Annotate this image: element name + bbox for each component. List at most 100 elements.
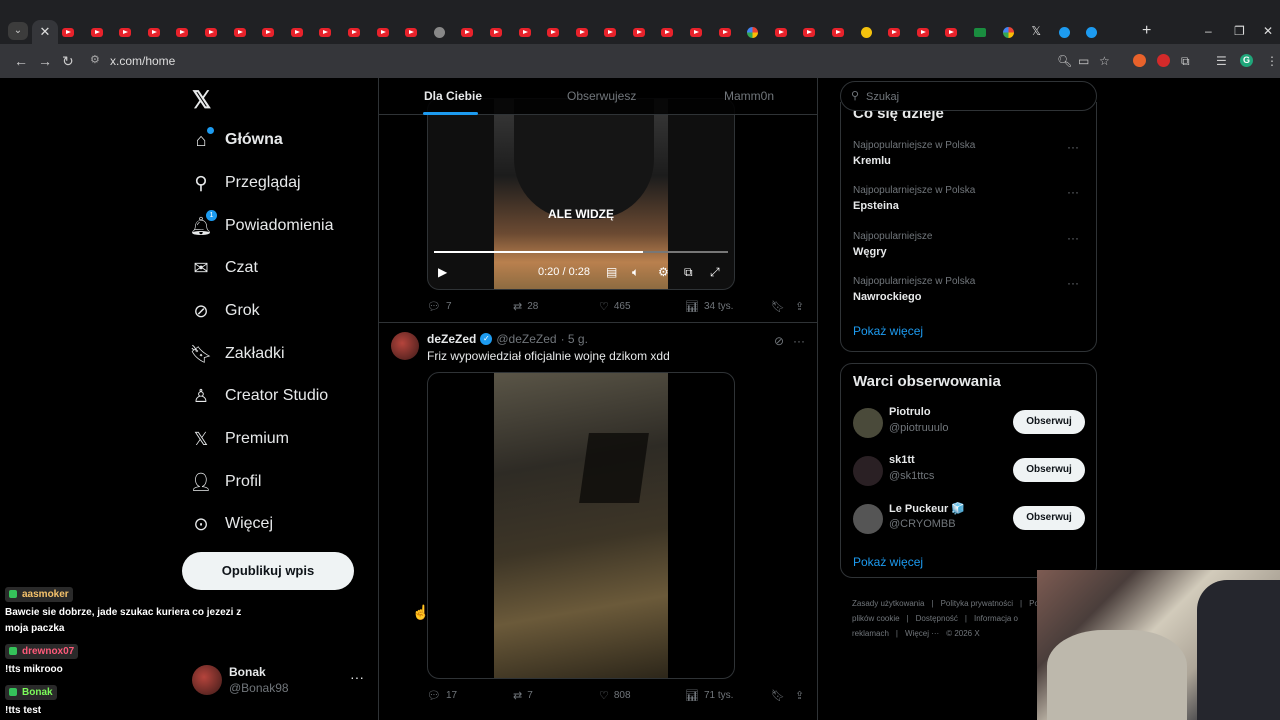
trend-item[interactable]: Najpopularniejsze w Polska Kremlu ··· xyxy=(853,140,1085,172)
post-author-handle[interactable]: @deZeZed xyxy=(496,332,556,346)
share-button[interactable]: ⇪ xyxy=(795,689,809,702)
address-bar[interactable]: ⚙ x.com/home xyxy=(84,49,1124,73)
reload-icon[interactable]: ↻ xyxy=(62,52,74,70)
youtube-tab-icon[interactable] xyxy=(690,27,703,37)
cast-icon[interactable]: ▭ xyxy=(1078,54,1089,68)
tab-list-mammon[interactable]: Mamm0n xyxy=(724,89,774,103)
youtube-tab-icon[interactable] xyxy=(661,27,674,37)
footer-link[interactable]: Dostępność xyxy=(916,614,958,623)
restore-button[interactable]: ❐ xyxy=(1234,22,1245,40)
nav-item-more[interactable]: ⊙ Więcej xyxy=(190,509,273,539)
tab-favicon-icon[interactable] xyxy=(1058,26,1070,38)
post-author-name[interactable]: deZeZed xyxy=(427,332,476,346)
show-more-follow-link[interactable]: Pokaż więcej xyxy=(853,555,923,569)
extension-icon[interactable] xyxy=(1133,54,1146,67)
youtube-tab-icon[interactable] xyxy=(916,27,929,37)
tab-favicon-icon[interactable] xyxy=(1086,26,1098,38)
trend-item[interactable]: Najpopularniejsze w Polska Nawrockiego ·… xyxy=(853,276,1085,308)
youtube-tab-icon[interactable] xyxy=(62,27,74,37)
show-more-trends-link[interactable]: Pokaż więcej xyxy=(853,324,923,338)
video-progress-bar[interactable] xyxy=(434,251,728,253)
tab-following[interactable]: Obserwujesz xyxy=(567,89,636,103)
grok-explain-icon[interactable]: ⊘ xyxy=(774,334,784,348)
footer-link[interactable]: Zasady użytkowania xyxy=(852,599,924,608)
repost-button[interactable]: ⇄ 7 xyxy=(513,689,533,702)
more-dots-icon[interactable]: ··· xyxy=(793,334,805,348)
youtube-tab-icon[interactable] xyxy=(461,27,474,37)
nav-item-profile[interactable]: 👤︎ Profil xyxy=(190,467,262,497)
fullscreen-icon[interactable]: ⤢ xyxy=(710,265,720,279)
youtube-tab-icon[interactable] xyxy=(632,27,645,37)
tab-favicon-icon[interactable] xyxy=(433,26,445,38)
trend-item[interactable]: Najpopularniejsze Węgry ··· xyxy=(853,231,1085,263)
youtube-tab-icon[interactable] xyxy=(376,27,389,37)
follow-button[interactable]: Obserwuj xyxy=(1013,458,1085,482)
repost-button[interactable]: ⇄ 28 xyxy=(513,300,538,313)
nav-item-notifications[interactable]: 🔔︎ 1 Powiadomienia xyxy=(190,210,334,241)
search-input[interactable]: ⚲ Szukaj xyxy=(840,81,1097,111)
more-dots-icon[interactable]: ··· xyxy=(1067,231,1079,245)
follow-button[interactable]: Obserwuj xyxy=(1013,506,1085,530)
youtube-tab-icon[interactable] xyxy=(945,27,958,37)
youtube-tab-icon[interactable] xyxy=(347,27,360,37)
play-icon[interactable]: ▶ xyxy=(438,265,447,279)
video-player[interactable] xyxy=(427,372,735,679)
like-button[interactable]: ♡ 465 xyxy=(599,300,631,313)
avatar[interactable] xyxy=(391,332,419,360)
follow-suggestion[interactable]: Le Puckeur 🧊 @CRYOMBB Obserwuj xyxy=(853,502,1085,536)
google-tab-icon[interactable] xyxy=(1002,26,1014,38)
tab-favicon-icon[interactable] xyxy=(860,26,872,38)
close-window-button[interactable]: ✕ xyxy=(1263,22,1273,40)
x-tab-icon[interactable]: 𝕏 xyxy=(1030,25,1042,38)
youtube-tab-icon[interactable] xyxy=(262,27,275,37)
like-button[interactable]: ♡ 808 xyxy=(599,689,631,702)
views-button[interactable]: 📊︎ 71 tys. xyxy=(685,689,733,702)
youtube-tab-icon[interactable] xyxy=(803,27,816,37)
footer-link[interactable]: © 2026 X xyxy=(946,629,979,638)
url-text[interactable]: x.com/home xyxy=(110,54,175,68)
more-dots-icon[interactable]: ··· xyxy=(1067,185,1079,199)
reading-list-icon[interactable]: ☰ xyxy=(1216,54,1227,68)
nav-item-bookmarks[interactable]: 🔖︎ Zakładki xyxy=(190,339,285,369)
youtube-tab-icon[interactable] xyxy=(119,27,132,37)
active-tab-close-icon[interactable]: ✕ xyxy=(32,20,58,44)
youtube-tab-icon[interactable] xyxy=(888,27,901,37)
youtube-tab-icon[interactable] xyxy=(547,27,560,37)
youtube-tab-icon[interactable] xyxy=(90,27,103,37)
captions-icon[interactable]: ▤ xyxy=(606,265,617,279)
footer-link[interactable]: Polityka prywatności xyxy=(941,599,1013,608)
tab-search-dropdown-icon[interactable]: ⌄ xyxy=(8,22,28,40)
youtube-tab-icon[interactable] xyxy=(489,27,502,37)
youtube-tab-icon[interactable] xyxy=(290,27,303,37)
browser-menu-icon[interactable]: ⋮ xyxy=(1266,54,1278,68)
youtube-tab-icon[interactable] xyxy=(518,27,531,37)
bookmark-button[interactable]: 🔖︎ xyxy=(771,300,790,313)
youtube-tab-icon[interactable] xyxy=(832,27,845,37)
trend-item[interactable]: Najpopularniejsze w Polska Epsteina ··· xyxy=(853,185,1085,217)
youtube-tab-icon[interactable] xyxy=(575,27,588,37)
pip-icon[interactable]: ⧉ xyxy=(684,265,693,279)
follow-suggestion[interactable]: sk1tt @sk1ttcs Obserwuj xyxy=(853,454,1085,488)
profile-avatar[interactable]: G xyxy=(1240,54,1253,67)
youtube-tab-icon[interactable] xyxy=(319,27,332,37)
forward-arrow-icon[interactable]: → xyxy=(38,52,52,70)
new-tab-button[interactable]: + xyxy=(1142,22,1151,40)
youtube-tab-icon[interactable] xyxy=(604,27,617,37)
extensions-puzzle-icon[interactable]: ⧉ xyxy=(1181,54,1190,68)
youtube-tab-icon[interactable] xyxy=(774,27,787,37)
footer-link[interactable]: Więcej ··· xyxy=(905,629,939,638)
youtube-tab-icon[interactable] xyxy=(718,27,731,37)
follow-suggestion[interactable]: Piotrulo @piotruuulo Obserwuj xyxy=(853,406,1085,440)
youtube-tab-icon[interactable] xyxy=(147,27,160,37)
settings-icon[interactable]: ⚙ xyxy=(658,265,669,279)
youtube-tab-icon[interactable] xyxy=(176,27,189,37)
more-dots-icon[interactable]: ··· xyxy=(1067,140,1079,154)
volume-icon[interactable]: 🔈︎ xyxy=(632,265,639,279)
nav-item-creator-studio[interactable]: ♙ Creator Studio xyxy=(190,381,328,411)
back-arrow-icon[interactable]: ← xyxy=(14,52,28,70)
nav-item-home[interactable]: ⌂ Główna xyxy=(190,125,283,155)
views-button[interactable]: 📊︎ 34 tys. xyxy=(685,300,733,313)
site-info-icon[interactable]: ⚙ xyxy=(90,53,100,66)
extension-icon[interactable] xyxy=(1157,54,1170,67)
zoom-icon[interactable]: 🔍︎ xyxy=(1057,54,1072,68)
